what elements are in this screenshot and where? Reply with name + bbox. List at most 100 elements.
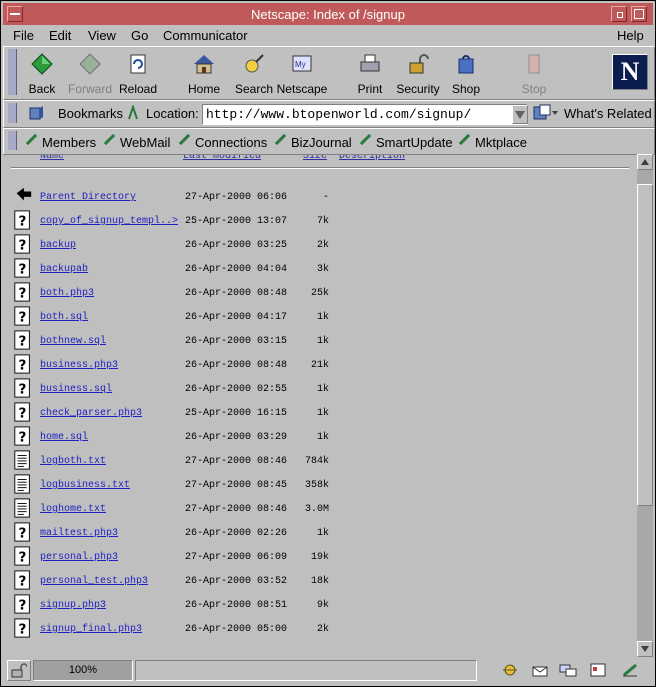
personal-link-smartupdate[interactable]: SmartUpdate [376, 135, 453, 150]
unknown-file-icon[interactable]: ? [13, 233, 33, 255]
file-link[interactable]: backupab [40, 264, 88, 275]
reload-button[interactable]: Reload [114, 50, 162, 96]
url-history-dropdown[interactable] [512, 105, 528, 124]
column-header-last-modified[interactable]: Last modified [183, 155, 261, 162]
navigator-icon[interactable] [501, 662, 519, 678]
file-link[interactable]: personal.php3 [40, 552, 118, 563]
file-link[interactable]: business.php3 [40, 360, 118, 371]
discussion-icon[interactable] [559, 662, 577, 678]
whats-related-button[interactable]: What's Related [564, 106, 652, 121]
home-button[interactable]: Home [180, 50, 228, 96]
menu-edit[interactable]: Edit [49, 28, 71, 43]
file-link[interactable]: signup.php3 [40, 600, 106, 611]
file-link[interactable]: backup [40, 240, 76, 251]
file-link[interactable]: logboth.txt [40, 456, 106, 467]
unknown-file-icon[interactable]: ? [13, 593, 33, 615]
shop-button[interactable]: Shop [442, 50, 490, 96]
text-file-icon[interactable] [13, 497, 33, 519]
svg-text:?: ? [18, 357, 26, 373]
column-header-size[interactable]: Size [303, 155, 327, 162]
address-book-icon[interactable] [589, 662, 607, 678]
unknown-file-icon[interactable]: ? [13, 521, 33, 543]
personal-link-mktplace[interactable]: Mktplace [475, 135, 527, 150]
menu-help[interactable]: Help [617, 28, 644, 43]
menu-go[interactable]: Go [131, 28, 148, 43]
file-link[interactable]: bothnew.sql [40, 336, 106, 347]
composer-icon[interactable] [621, 662, 639, 678]
unknown-file-icon[interactable]: ? [13, 545, 33, 567]
file-link[interactable]: home.sql [40, 432, 88, 443]
personal-link-webmail[interactable]: WebMail [120, 135, 170, 150]
unknown-file-icon[interactable]: ? [13, 209, 33, 231]
search-button[interactable]: Search [230, 50, 278, 96]
lock-icon [409, 54, 429, 74]
unknown-file-icon[interactable]: ? [13, 377, 33, 399]
stop-button[interactable]: Stop [510, 50, 558, 96]
personal-link-members[interactable]: Members [42, 135, 96, 150]
print-button[interactable]: Print [346, 50, 394, 96]
file-date: 25-Apr-2000 13:07 [185, 216, 288, 227]
security-button[interactable]: Security [394, 50, 442, 96]
bookmarks-icon[interactable] [28, 105, 44, 121]
personal-grip[interactable] [8, 131, 17, 150]
search-icon [245, 54, 264, 73]
column-header-name[interactable]: Name [40, 155, 64, 162]
file-link[interactable]: business.sql [40, 384, 112, 395]
bookmarks-button[interactable]: Bookmarks [58, 106, 123, 121]
unknown-file-icon[interactable]: ? [13, 329, 33, 351]
whats-related-icon[interactable] [532, 104, 558, 122]
stop-label: Stop [521, 82, 547, 96]
file-size: 784k [304, 456, 329, 467]
table-row: logbusiness.txt 27-Apr-2000 08:45 358k [3, 473, 637, 497]
column-header-description[interactable]: Description [339, 155, 405, 162]
title-bar[interactable]: Netscape: Index of /signup [3, 3, 653, 25]
unknown-file-icon[interactable]: ? [13, 281, 33, 303]
maximize-button[interactable] [631, 6, 647, 22]
mail-icon[interactable] [531, 662, 549, 678]
scroll-thumb[interactable] [637, 184, 653, 506]
back-arrow-icon[interactable] [13, 185, 33, 207]
file-link[interactable]: Parent Directory [40, 192, 136, 203]
shop-label: Shop [451, 82, 481, 96]
file-link[interactable]: logbusiness.txt [40, 480, 130, 491]
file-link[interactable]: check_parser.php3 [40, 408, 142, 419]
unknown-file-icon[interactable]: ? [13, 401, 33, 423]
text-file-icon[interactable] [13, 473, 33, 495]
file-link[interactable]: signup_final.php3 [40, 624, 142, 635]
personal-link-bizjournal[interactable]: BizJournal [291, 135, 352, 150]
netscape-logo[interactable]: N [612, 54, 648, 90]
file-link[interactable]: both.sql [40, 312, 88, 323]
url-field[interactable]: http://www.btopenworld.com/signup/ [202, 104, 528, 125]
unknown-file-icon[interactable]: ? [13, 569, 33, 591]
file-link[interactable]: loghome.txt [40, 504, 106, 515]
back-arrow-icon [31, 53, 53, 75]
text-file-icon[interactable] [13, 449, 33, 471]
progress-bar: 100% [33, 660, 133, 681]
unknown-file-icon[interactable]: ? [13, 305, 33, 327]
back-button[interactable]: Back [18, 50, 66, 96]
menu-view[interactable]: View [88, 28, 116, 43]
file-link[interactable]: personal_test.php3 [40, 576, 148, 587]
file-link[interactable]: mailtest.php3 [40, 528, 118, 539]
file-link[interactable]: copy_of_signup_templ..> [40, 216, 178, 227]
scroll-up-button[interactable] [637, 154, 653, 170]
minimize-button[interactable] [611, 6, 627, 22]
page-proxy-icon[interactable] [126, 105, 140, 121]
unknown-file-icon[interactable]: ? [13, 257, 33, 279]
netscape-button[interactable]: My Netscape [277, 50, 327, 96]
security-status[interactable] [7, 660, 31, 681]
unknown-file-icon[interactable]: ? [13, 617, 33, 639]
page-content[interactable]: Name Last modified Size Description Pare… [3, 154, 637, 658]
scroll-down-button[interactable] [637, 641, 653, 657]
menu-file[interactable]: File [13, 28, 34, 43]
vertical-scrollbar[interactable] [637, 154, 653, 657]
arrow-up-icon [641, 159, 649, 165]
file-link[interactable]: both.php3 [40, 288, 94, 299]
unknown-file-icon[interactable]: ? [13, 353, 33, 375]
unknown-file-icon[interactable]: ? [13, 425, 33, 447]
personal-link-connections[interactable]: Connections [195, 135, 267, 150]
chevron-down-icon [515, 111, 525, 119]
menu-communicator[interactable]: Communicator [163, 28, 248, 43]
location-grip[interactable] [8, 103, 17, 123]
forward-button[interactable]: Forward [66, 50, 114, 96]
